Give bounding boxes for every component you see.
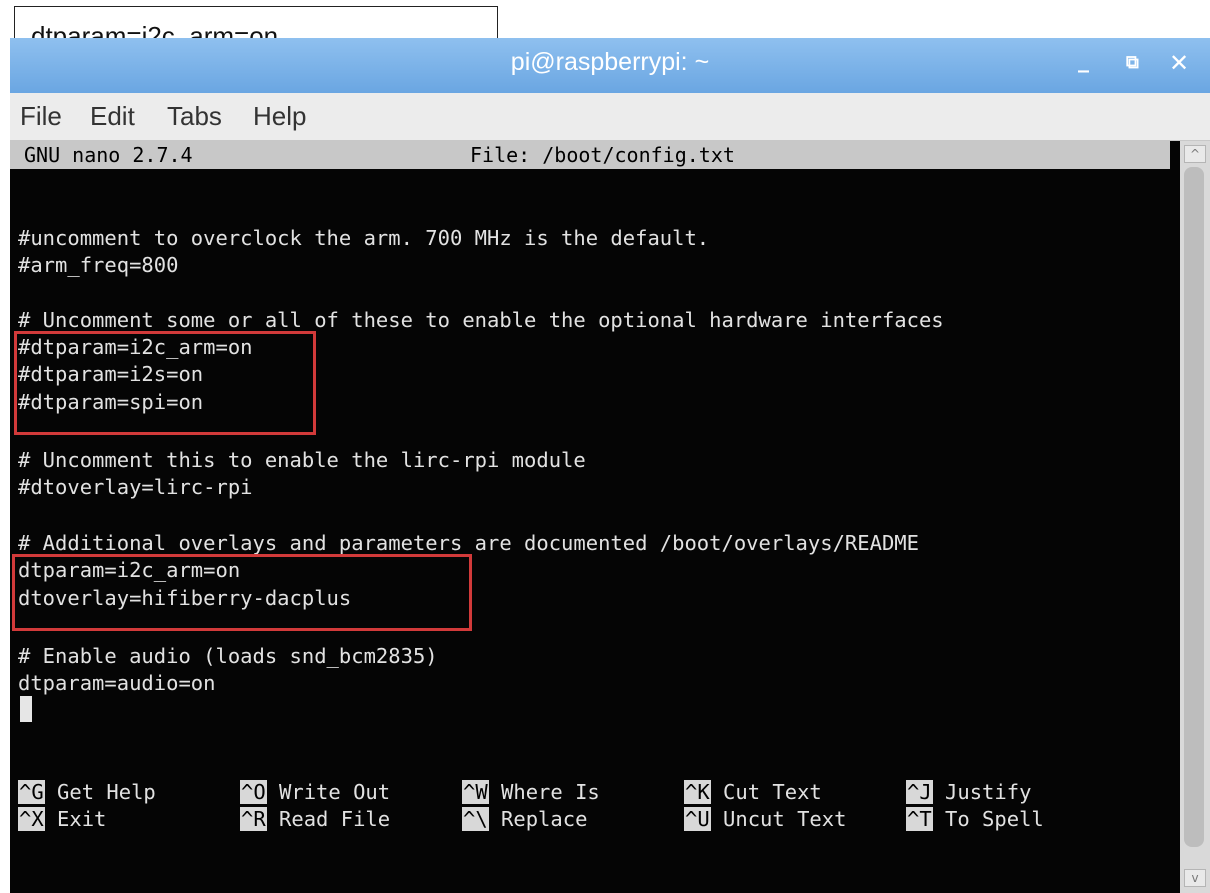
close-button[interactable]: ✕ xyxy=(1169,49,1189,77)
shortcut-uncut-text[interactable]: ^U Uncut Text xyxy=(684,806,846,833)
shortcut-key: ^R xyxy=(240,807,267,831)
shortcut-key: ^\ xyxy=(462,807,489,831)
menu-file[interactable]: File xyxy=(20,101,62,132)
menu-bar: File Edit Tabs Help xyxy=(10,93,1210,141)
shortcut-key: ^K xyxy=(684,780,711,804)
shortcut-label: Where Is xyxy=(501,780,600,804)
shortcut-key: ^T xyxy=(906,807,933,831)
shortcut-exit[interactable]: ^X Exit xyxy=(18,806,106,833)
shortcut-key: ^O xyxy=(240,780,267,804)
file-line: # Uncomment this to enable the lirc-rpi … xyxy=(18,448,586,472)
shortcut-to-spell[interactable]: ^T To Spell xyxy=(906,806,1044,833)
file-line: #uncomment to overclock the arm. 700 MHz… xyxy=(18,226,710,250)
shortcut-label: Write Out xyxy=(279,780,391,804)
title-bar[interactable]: pi@raspberrypi: ~ _ ⧉ ✕ xyxy=(10,38,1210,93)
shortcut-label: Uncut Text xyxy=(723,807,847,831)
shortcut-get-help[interactable]: ^G Get Help xyxy=(18,779,156,806)
menu-tabs[interactable]: Tabs xyxy=(167,101,222,132)
shortcut-label: Exit xyxy=(57,807,107,831)
file-line: dtparam=audio=on xyxy=(18,671,216,695)
scroll-up-icon[interactable]: ^ xyxy=(1184,145,1206,163)
shortcut-key: ^J xyxy=(906,780,933,804)
shortcut-read-file[interactable]: ^R Read File xyxy=(240,806,390,833)
shortcut-label: To Spell xyxy=(945,807,1044,831)
shortcut-label: Get Help xyxy=(57,780,156,804)
terminal-area[interactable]: GNU nano 2.7.4 File: /boot/config.txt #u… xyxy=(10,141,1180,893)
shortcut-where-is[interactable]: ^W Where Is xyxy=(462,779,600,806)
minimize-button[interactable]: _ xyxy=(1078,48,1089,73)
shortcut-label: Replace xyxy=(501,807,588,831)
file-line: #arm_freq=800 xyxy=(18,253,179,277)
scroll-thumb[interactable] xyxy=(1184,167,1204,847)
window-title: pi@raspberrypi: ~ xyxy=(510,48,710,76)
nano-header: GNU nano 2.7.4 File: /boot/config.txt xyxy=(10,141,1170,169)
shortcut-key: ^X xyxy=(18,807,45,831)
nano-filename: File: /boot/config.txt xyxy=(470,143,735,167)
shortcut-label: Cut Text xyxy=(723,780,822,804)
shortcut-key: ^U xyxy=(684,807,711,831)
highlight-box-overlays xyxy=(12,554,472,631)
nano-version: GNU nano 2.7.4 xyxy=(24,143,193,167)
shortcut-key: ^G xyxy=(18,780,45,804)
menu-edit[interactable]: Edit xyxy=(90,101,135,132)
file-line: #dtoverlay=lirc-rpi xyxy=(18,475,253,499)
shortcut-write-out[interactable]: ^O Write Out xyxy=(240,779,390,806)
highlight-box-interfaces xyxy=(14,331,316,435)
file-line: # Enable audio (loads snd_bcm2835) xyxy=(18,644,438,668)
shortcut-label: Read File xyxy=(279,807,391,831)
scroll-down-icon[interactable]: v xyxy=(1184,869,1206,887)
file-line: # Additional overlays and parameters are… xyxy=(18,531,919,555)
terminal-window: pi@raspberrypi: ~ _ ⧉ ✕ File Edit Tabs H… xyxy=(10,38,1210,893)
shortcut-cut-text[interactable]: ^K Cut Text xyxy=(684,779,822,806)
file-line: # Uncomment some or all of these to enab… xyxy=(18,308,944,332)
text-cursor xyxy=(20,696,32,722)
shortcut-replace[interactable]: ^\ Replace xyxy=(462,806,587,833)
vertical-scrollbar[interactable]: ^ v xyxy=(1180,141,1210,893)
shortcut-label: Justify xyxy=(945,780,1032,804)
maximize-button[interactable]: ⧉ xyxy=(1126,52,1139,73)
shortcut-key: ^W xyxy=(462,780,489,804)
menu-help[interactable]: Help xyxy=(253,101,306,132)
shortcut-justify[interactable]: ^J Justify xyxy=(906,779,1031,806)
